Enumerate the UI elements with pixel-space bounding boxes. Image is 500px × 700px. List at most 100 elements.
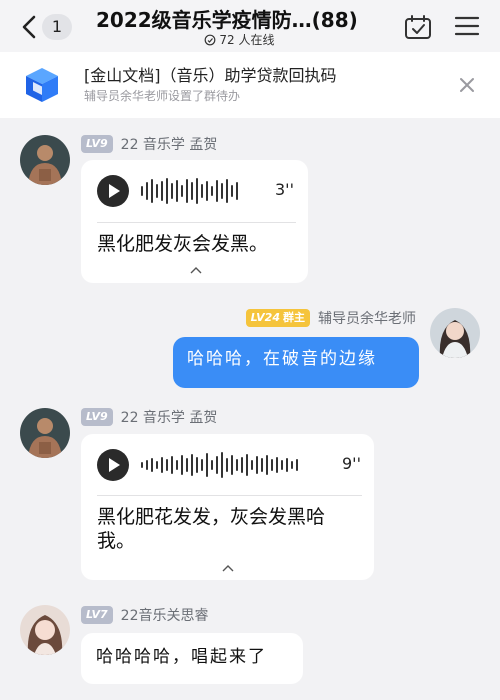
waveform-bar [211, 460, 213, 470]
waveform-bar [166, 178, 168, 204]
level-badge: LV24 群主 [245, 309, 310, 327]
waveform-bar [141, 462, 143, 468]
owner-role: 群主 [283, 311, 305, 324]
unread-count-badge[interactable]: 1 [42, 14, 72, 40]
voice-player[interactable] [97, 175, 238, 207]
level-badge: LV7 [81, 606, 113, 624]
close-icon[interactable] [458, 76, 476, 94]
waveform-bar [256, 456, 258, 474]
waveform-bar [176, 180, 178, 202]
play-icon[interactable] [97, 175, 129, 207]
waveform-bar [246, 454, 248, 476]
online-status: 72 人在线 [96, 33, 382, 47]
divider [97, 222, 296, 223]
waveform-bar [231, 455, 233, 475]
chevron-up-icon[interactable] [190, 266, 202, 274]
avatar[interactable] [20, 135, 70, 185]
voice-transcript: 黑化肥发灰会发黑。 [97, 233, 269, 255]
voice-transcript-line-2: 我。 [97, 530, 136, 552]
avatar[interactable] [20, 408, 70, 458]
sender-name[interactable]: 22 音乐学 孟贺 [121, 407, 218, 427]
waveform-bar [236, 182, 238, 200]
sender-info: LV7 22音乐关思睿 [81, 606, 209, 624]
waveform [141, 452, 298, 478]
divider [97, 495, 362, 496]
sender-name[interactable]: 22音乐关思睿 [121, 605, 209, 625]
waveform-bar [251, 460, 253, 470]
text-message-bubble[interactable]: 哈哈哈，在破音的边缘 [173, 337, 419, 388]
waveform-bar [146, 182, 148, 200]
notice-subtitle: 辅导员余华老师设置了群待办 [84, 89, 241, 103]
back-arrow-icon[interactable] [18, 14, 42, 40]
waveform-bar [236, 459, 238, 471]
waveform-bar [271, 459, 273, 471]
waveform-bar [201, 184, 203, 198]
waveform-bar [241, 457, 243, 473]
waveform-bar [171, 183, 173, 199]
waveform-bar [201, 459, 203, 471]
avatar[interactable] [20, 605, 70, 655]
notice-title[interactable]: [金山文档]（音乐）助学贷款回执码 [84, 66, 337, 86]
waveform-bar [166, 459, 168, 471]
calendar-check-icon[interactable] [404, 14, 432, 40]
kdocs-logo-icon [26, 68, 58, 102]
waveform-bar [186, 179, 188, 203]
level-badge: LV9 [81, 135, 113, 153]
waveform-bar [281, 460, 283, 470]
waveform-bar [276, 457, 278, 473]
waveform-bar [216, 456, 218, 474]
waveform-bar [141, 186, 143, 196]
chat-title[interactable]: 2022级音乐学疫情防…(88) [96, 7, 382, 33]
waveform-bar [146, 460, 148, 470]
chat-header: 1 2022级音乐学疫情防…(88) 72 人在线 [0, 0, 500, 52]
waveform-bar [206, 181, 208, 201]
menu-icon[interactable] [454, 14, 480, 38]
waveform-bar [221, 452, 223, 478]
waveform-bar [156, 461, 158, 469]
waveform-bar [171, 456, 173, 474]
waveform-bar [206, 453, 208, 477]
chevron-up-icon[interactable] [222, 564, 234, 572]
waveform-bar [261, 458, 263, 472]
sender-info: LV9 22 音乐学 孟贺 [81, 408, 217, 426]
waveform-bar [191, 182, 193, 200]
online-count: 72 人在线 [219, 33, 275, 47]
waveform-bar [226, 458, 228, 472]
waveform-bar [176, 460, 178, 470]
play-icon[interactable] [97, 449, 129, 481]
voice-duration: 9'' [342, 454, 361, 473]
text-message-bubble[interactable]: 哈哈哈哈，唱起来了 [81, 633, 303, 684]
sender-info: LV24 群主 辅导员余华老师 [245, 308, 416, 328]
waveform-bar [161, 457, 163, 473]
sender-info: LV9 22 音乐学 孟贺 [81, 135, 217, 153]
waveform-bar [286, 458, 288, 472]
waveform-bar [181, 455, 183, 475]
voice-player[interactable] [97, 449, 298, 481]
level-badge: LV9 [81, 408, 113, 426]
waveform-bar [216, 180, 218, 202]
waveform-bar [196, 457, 198, 473]
message-text: 哈哈哈哈，唱起来了 [96, 647, 267, 667]
waveform-bar [181, 185, 183, 197]
waveform-bar [186, 458, 188, 472]
waveform-bar [191, 454, 193, 476]
waveform-bar [161, 181, 163, 201]
voice-message-bubble[interactable]: 3'' 黑化肥发灰会发黑。 [81, 160, 308, 283]
voice-transcript-line-1: 黑化肥花发发，灰会发黑哈 [97, 506, 326, 528]
waveform [141, 178, 238, 204]
group-todo-notice[interactable]: [金山文档]（音乐）助学贷款回执码 辅导员余华老师设置了群待办 [0, 52, 500, 118]
waveform-bar [151, 458, 153, 472]
waveform-bar [196, 178, 198, 204]
voice-duration: 3'' [275, 180, 294, 199]
clock-icon [204, 34, 215, 46]
sender-name[interactable]: 22 音乐学 孟贺 [121, 134, 218, 154]
sender-name[interactable]: 辅导员余华老师 [318, 308, 416, 328]
waveform-bar [211, 186, 213, 196]
waveform-bar [266, 455, 268, 475]
message-text: 哈哈哈，在破音的边缘 [187, 349, 377, 369]
voice-message-bubble[interactable]: 9'' 黑化肥花发发，灰会发黑哈 我。 [81, 434, 374, 580]
waveform-bar [156, 184, 158, 198]
waveform-bar [221, 183, 223, 199]
waveform-bar [231, 185, 233, 197]
avatar[interactable] [430, 308, 480, 358]
